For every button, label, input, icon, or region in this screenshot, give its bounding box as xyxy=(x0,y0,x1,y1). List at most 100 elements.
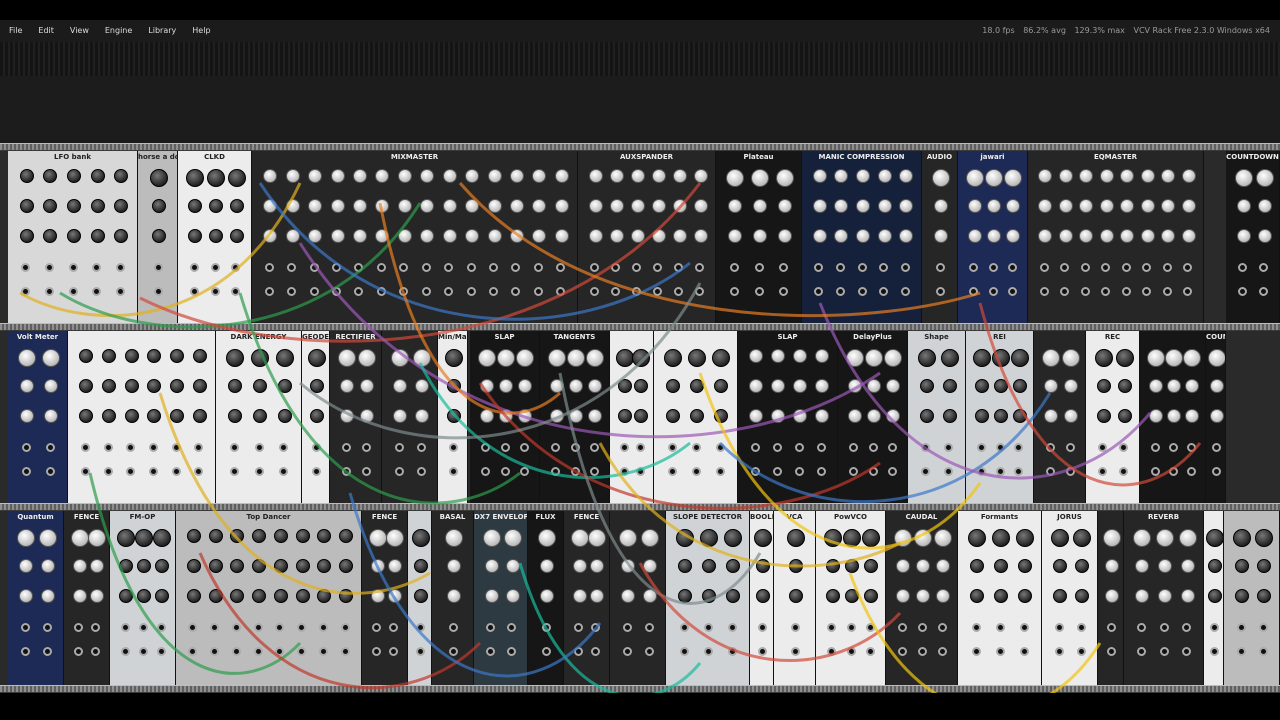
knob[interactable] xyxy=(789,589,803,603)
knob[interactable] xyxy=(358,349,376,367)
jack[interactable] xyxy=(827,647,837,656)
knob[interactable] xyxy=(442,169,457,183)
knob[interactable] xyxy=(825,559,840,573)
knob[interactable] xyxy=(992,529,1010,547)
module-panel-20[interactable] xyxy=(1204,511,1224,687)
jack[interactable] xyxy=(1168,467,1178,476)
jack[interactable] xyxy=(1106,623,1116,632)
knob[interactable] xyxy=(651,199,666,213)
jack[interactable] xyxy=(1142,263,1152,272)
knob[interactable] xyxy=(137,589,151,603)
knob[interactable] xyxy=(1178,529,1197,547)
knob[interactable] xyxy=(619,529,637,547)
knob[interactable] xyxy=(777,229,792,243)
knob[interactable] xyxy=(375,229,390,243)
knob[interactable] xyxy=(942,379,957,393)
jack[interactable] xyxy=(541,623,551,632)
knob[interactable] xyxy=(749,409,763,423)
module-panel-10[interactable] xyxy=(610,511,666,687)
knob[interactable] xyxy=(518,379,533,393)
knob[interactable] xyxy=(229,229,244,243)
jack[interactable] xyxy=(1159,623,1169,632)
jack[interactable] xyxy=(644,623,654,632)
knob[interactable] xyxy=(1120,199,1135,213)
jack[interactable] xyxy=(341,467,351,476)
knob[interactable] xyxy=(549,379,564,393)
knob[interactable] xyxy=(899,199,914,213)
module-fence[interactable]: FENCE xyxy=(362,511,408,687)
knob[interactable] xyxy=(753,229,767,243)
knob[interactable] xyxy=(484,589,499,603)
jack[interactable] xyxy=(156,623,166,632)
knob[interactable] xyxy=(1235,559,1249,573)
knob[interactable] xyxy=(845,589,859,603)
knob[interactable] xyxy=(503,529,522,547)
knob[interactable] xyxy=(447,379,461,393)
jack[interactable] xyxy=(148,443,158,452)
knob[interactable] xyxy=(678,559,692,573)
jack[interactable] xyxy=(835,263,845,272)
knob[interactable] xyxy=(1012,379,1027,393)
jack[interactable] xyxy=(794,467,804,476)
knob[interactable] xyxy=(1012,409,1027,423)
jack[interactable] xyxy=(971,647,981,656)
jack[interactable] xyxy=(1136,623,1146,632)
module-basal[interactable]: BASAL xyxy=(432,511,474,687)
knob[interactable] xyxy=(20,379,34,393)
knob[interactable] xyxy=(547,349,566,367)
knob[interactable] xyxy=(499,379,513,393)
knob[interactable] xyxy=(936,589,950,603)
jack[interactable] xyxy=(399,263,409,272)
jack[interactable] xyxy=(1259,263,1268,272)
knob[interactable] xyxy=(1257,559,1271,573)
jack[interactable] xyxy=(20,623,30,632)
jack[interactable] xyxy=(757,623,767,632)
module-powvco[interactable]: PowVCO xyxy=(816,511,886,687)
jack[interactable] xyxy=(254,443,264,452)
module-mixmaster[interactable]: MIXMASTER xyxy=(252,151,578,327)
jack[interactable] xyxy=(1258,623,1268,632)
jack[interactable] xyxy=(1076,647,1086,656)
knob[interactable] xyxy=(965,169,984,187)
jack[interactable] xyxy=(481,443,491,452)
jack[interactable] xyxy=(887,443,897,452)
jack[interactable] xyxy=(976,467,986,476)
knob[interactable] xyxy=(934,199,948,213)
jack[interactable] xyxy=(332,263,341,272)
knob[interactable] xyxy=(230,559,245,573)
jack[interactable] xyxy=(619,467,629,476)
knob[interactable] xyxy=(1140,229,1155,243)
knob[interactable] xyxy=(360,379,374,393)
jack[interactable] xyxy=(372,623,381,632)
knob[interactable] xyxy=(208,559,223,573)
jack[interactable] xyxy=(194,443,204,452)
knob[interactable] xyxy=(477,349,496,367)
module-jawari[interactable]: jawari xyxy=(958,151,1028,327)
knob[interactable] xyxy=(693,169,708,183)
jack[interactable] xyxy=(1119,443,1128,452)
module-delayplus[interactable]: DelayPlus xyxy=(838,331,908,507)
knob[interactable] xyxy=(1255,169,1274,187)
knob[interactable] xyxy=(1167,409,1181,423)
knob[interactable] xyxy=(672,229,687,243)
jack[interactable] xyxy=(1060,287,1070,296)
jack[interactable] xyxy=(944,443,953,452)
knob[interactable] xyxy=(208,529,223,543)
jack[interactable] xyxy=(1054,623,1064,632)
menu-edit[interactable]: Edit xyxy=(30,20,62,42)
module-auxspander[interactable]: AUXSPANDER xyxy=(578,151,716,327)
jack[interactable] xyxy=(448,647,458,656)
knob[interactable] xyxy=(1053,589,1067,603)
knob[interactable] xyxy=(1051,529,1069,547)
knob[interactable] xyxy=(308,199,323,213)
jack[interactable] xyxy=(556,263,566,272)
knob[interactable] xyxy=(968,529,986,547)
jack[interactable] xyxy=(857,263,867,272)
knob[interactable] xyxy=(975,409,990,423)
module-audio[interactable]: AUDIO xyxy=(922,151,958,327)
knob[interactable] xyxy=(672,169,687,183)
knob[interactable] xyxy=(155,589,169,603)
jack[interactable] xyxy=(816,467,826,476)
knob[interactable] xyxy=(789,559,803,573)
knob[interactable] xyxy=(310,409,324,423)
